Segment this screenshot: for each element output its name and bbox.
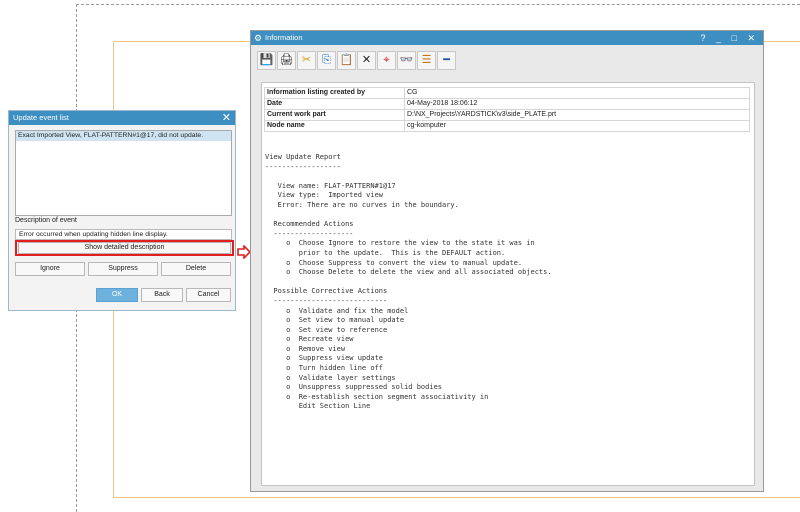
ok-button[interactable]: OK — [96, 288, 138, 302]
description-field: Error occurred when updating hidden line… — [15, 229, 232, 240]
table-row: Node name cg-komputer — [264, 120, 750, 132]
table-key: Node name — [264, 120, 405, 132]
update-event-list-dialog: Update event list ✕ Exact Imported View,… — [8, 110, 236, 311]
delete-icon[interactable]: ✕ — [357, 51, 376, 70]
table-row: Current work part D:\NX_Projects\YARDSTIC… — [264, 109, 750, 121]
dialog-title-bar: Update event list ✕ — [9, 111, 235, 125]
description-label: Description of event — [15, 217, 77, 224]
info-header-table: Information listing created by CG Date 04-… — [264, 87, 750, 132]
table-row: Information listing created by CG — [264, 87, 750, 99]
table-value: cg-komputer — [404, 120, 750, 132]
table-value: 04-May-2018 18:06:12 — [404, 98, 750, 110]
ignore-button[interactable]: Ignore — [15, 262, 85, 276]
delete-button[interactable]: Delete — [161, 262, 231, 276]
information-title-bar: ⚙ Information ? _ □ ✕ — [251, 31, 763, 45]
binoculars-icon[interactable]: 👓 — [397, 51, 416, 70]
highlight-box — [15, 240, 234, 256]
information-title: Information — [265, 33, 303, 42]
back-button[interactable]: Back — [141, 288, 183, 302]
dialog-title: Update event list — [13, 113, 69, 122]
cancel-button[interactable]: Cancel — [186, 288, 231, 302]
table-key: Current work part — [264, 109, 405, 121]
information-content[interactable]: Information listing created by CG Date 04-… — [261, 82, 755, 486]
dashed-guide-top — [76, 4, 800, 5]
copy-icon[interactable]: ⎘ — [317, 51, 336, 70]
gear-icon: ⚙ — [254, 33, 263, 43]
table-key: Information listing created by — [264, 87, 405, 99]
save-icon[interactable]: 💾 — [257, 51, 276, 70]
view-update-report: View Update Report ------------------ Vi… — [265, 153, 552, 411]
cut-icon[interactable]: ✂ — [297, 51, 316, 70]
close-icon[interactable]: ✕ — [222, 111, 231, 125]
find-icon[interactable]: ⌖ — [377, 51, 396, 70]
window-controls[interactable]: ? _ □ ✕ — [701, 31, 760, 45]
minimize-icon[interactable]: ━ — [437, 51, 456, 70]
red-arrow-icon — [237, 245, 251, 259]
table-row: Date 04-May-2018 18:06:12 — [264, 98, 750, 110]
toolbar: 💾 🖨 ✂ ⎘ 📋 ✕ ⌖ 👓 ☰ ━ — [257, 51, 456, 73]
paste-icon[interactable]: 📋 — [337, 51, 356, 70]
event-list[interactable]: Exact Imported View, FLAT-PATTERN#1@17, … — [15, 130, 232, 216]
table-value: D:\NX_Projects\YARDSTICK\v3\side_PLATE.p… — [404, 109, 750, 121]
format-icon[interactable]: ☰ — [417, 51, 436, 70]
print-icon[interactable]: 🖨 — [277, 51, 296, 70]
list-item[interactable]: Exact Imported View, FLAT-PATTERN#1@17, … — [16, 131, 231, 141]
table-value: CG — [404, 87, 750, 99]
suppress-button[interactable]: Suppress — [88, 262, 158, 276]
table-key: Date — [264, 98, 405, 110]
information-window: ⚙ Information ? _ □ ✕ 💾 🖨 ✂ ⎘ 📋 ✕ ⌖ 👓 ☰ … — [250, 30, 764, 492]
